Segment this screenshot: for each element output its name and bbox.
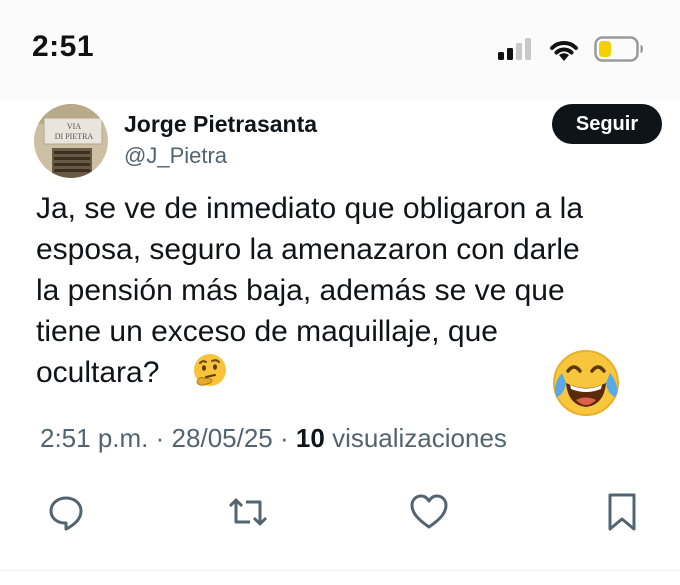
street-sign-avatar: VIA DI PIETRA	[34, 104, 108, 178]
like-button[interactable]	[405, 488, 453, 536]
battery-icon	[594, 36, 643, 62]
tweet-text-line: la pensión más baja, además se ve que	[36, 274, 565, 307]
tweet-meta: 2:51 p.m. · 28/05/25 · 10 visualizacione…	[40, 423, 507, 454]
views-label: visualizaciones	[332, 423, 507, 453]
bottom-divider	[0, 570, 680, 571]
author-name[interactable]: Jorge Pietrasanta	[124, 111, 317, 138]
author-handle[interactable]: @J_Pietra	[124, 143, 227, 169]
retweet-button[interactable]	[224, 488, 272, 536]
meta-separator: ·	[280, 423, 289, 453]
meta-separator: ·	[155, 423, 165, 453]
svg-text:VIA: VIA	[67, 122, 81, 131]
bookmark-icon	[608, 493, 636, 531]
avatar[interactable]: VIA DI PIETRA	[34, 104, 108, 178]
views-count: 10	[295, 423, 325, 453]
svg-text:DI PIETRA: DI PIETRA	[55, 132, 94, 141]
thinking-face-emoji	[194, 354, 226, 386]
face-with-tears-of-joy-emoji	[553, 350, 619, 416]
status-bar: 2:51	[0, 0, 680, 100]
signal-icon	[498, 38, 531, 60]
tweet-text-line: esposa, seguro la amenazaron con darle	[36, 233, 580, 266]
action-bar	[0, 488, 680, 538]
reply-icon	[49, 496, 83, 531]
reply-button[interactable]	[42, 488, 90, 536]
status-icons	[498, 36, 644, 62]
bookmark-button[interactable]	[598, 488, 646, 536]
tweet-date[interactable]: 28/05/25	[172, 423, 273, 453]
wifi-icon	[550, 41, 578, 61]
tweet-time[interactable]: 2:51 p.m.	[40, 423, 148, 453]
retweet-icon	[228, 498, 268, 526]
follow-button[interactable]: Seguir	[552, 104, 662, 144]
tweet-text-line: Ja, se ve de inmediato que obligaron a l…	[36, 192, 584, 225]
like-icon	[410, 494, 448, 529]
status-time: 2:51	[32, 30, 95, 63]
